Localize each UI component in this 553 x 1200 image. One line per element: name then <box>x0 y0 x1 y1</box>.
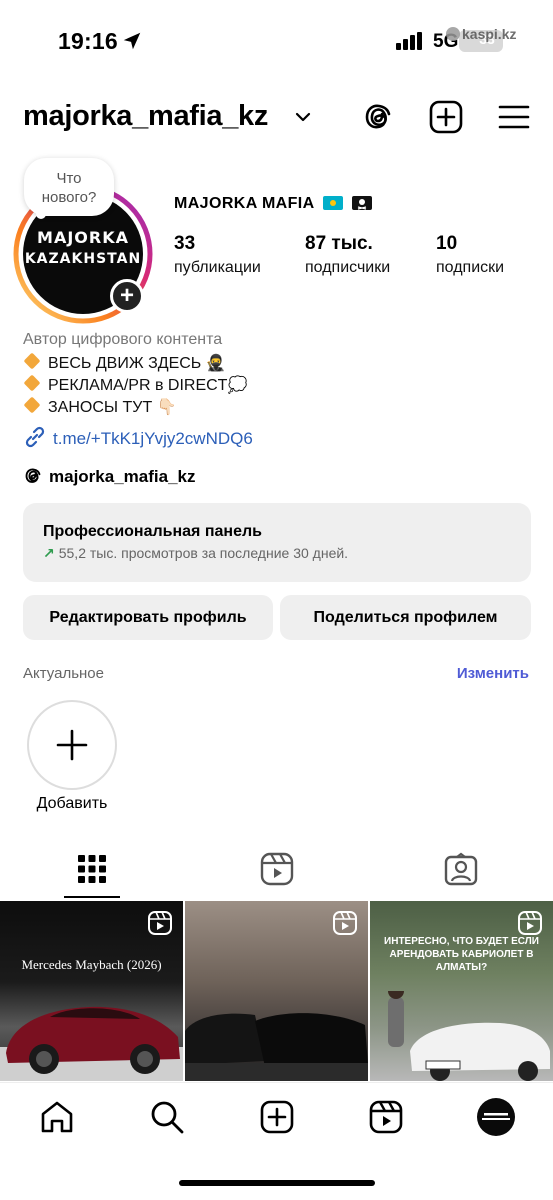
location-arrow-icon <box>123 32 141 50</box>
bio-line-2-text: РЕКЛАМА/PR в DIRECT💭 <box>48 377 248 394</box>
add-highlight-button[interactable] <box>27 700 117 790</box>
stat-following[interactable]: 10 подписки <box>436 233 504 277</box>
stat-following-label: подписки <box>436 259 505 276</box>
new-post-icon[interactable] <box>429 100 463 134</box>
trend-up-icon: ↗ <box>43 545 55 561</box>
orange-diamond-icon <box>23 352 41 370</box>
active-tab-indicator <box>64 896 120 898</box>
note-bubble-text: Что нового? <box>41 170 97 206</box>
profile-header: majorka_mafia_kz <box>0 98 553 142</box>
watermark: kaspi.kz <box>446 26 516 42</box>
username-switcher[interactable]: majorka_mafia_kz <box>23 100 268 133</box>
reels-icon[interactable] <box>368 1099 404 1135</box>
watermark-icon <box>446 27 460 41</box>
display-name-text: MAJORKA MAFIA <box>174 195 315 212</box>
bio-line-3-text: ЗАНОСЫ ТУТ 👇🏻 <box>48 399 177 416</box>
pro-panel-subtitle-text: 55,2 тыс. просмотров за последние 30 дне… <box>58 545 349 561</box>
bio-link[interactable]: t.me/+TkK1jYvjy2cwNDQ6 <box>23 425 253 449</box>
home-indicator <box>179 1180 375 1186</box>
link-icon <box>25 426 45 448</box>
create-icon[interactable] <box>259 1099 295 1135</box>
pro-panel-subtitle: ↗ 55,2 тыс. просмотров за последние 30 дн… <box>43 545 511 562</box>
profile-tabs <box>0 846 553 900</box>
grid-post-3[interactable]: ИНТЕРЕСНО, ЧТО БУДЕТ ЕСЛИ АРЕНДОВАТЬ КАБ… <box>370 901 553 1081</box>
cars-illustration <box>185 1013 368 1081</box>
orange-diamond-icon <box>23 374 41 392</box>
home-icon[interactable] <box>39 1099 75 1135</box>
grid-post-1-caption: Mercedes Maybach (2026) <box>21 957 162 972</box>
highlights-label: Актуальное <box>23 665 104 682</box>
reel-badge-icon <box>518 911 542 935</box>
cellular-signal-icon <box>396 32 422 50</box>
tagged-icon[interactable] <box>444 852 478 886</box>
threads-small-icon <box>25 468 41 483</box>
bio-line-1: ВЕСЬ ДВИЖ ЗДЕСЬ 🥷 <box>23 352 226 373</box>
share-profile-button[interactable]: Поделиться профилем <box>280 595 531 640</box>
threads-handle: majorka_mafia_kz <box>49 467 196 486</box>
grid-post-2[interactable] <box>185 901 368 1081</box>
grid-post-3-caption: ИНТЕРЕСНО, ЧТО БУДЕТ ЕСЛИ АРЕНДОВАТЬ КАБ… <box>384 936 539 973</box>
reel-badge-icon <box>148 911 172 935</box>
stat-posts-label: публикации <box>174 259 261 276</box>
stat-followers[interactable]: 87 тыс. подписчики <box>305 233 390 277</box>
convertible-illustration <box>388 991 550 1081</box>
pro-panel-title: Профессиональная панель <box>43 523 262 540</box>
search-icon[interactable] <box>149 1099 185 1135</box>
reels-icon[interactable] <box>260 852 294 886</box>
stat-following-value: 10 <box>436 233 458 254</box>
edit-profile-button[interactable]: Редактировать профиль <box>23 595 273 640</box>
add-story-button[interactable]: + <box>110 279 144 313</box>
note-bubble-tail <box>36 209 46 219</box>
plus-icon <box>56 729 88 761</box>
stat-posts[interactable]: 33 публикации <box>174 233 261 277</box>
status-time: 19:16 <box>58 28 118 54</box>
bio-line-2: РЕКЛАМА/PR в DIRECT💭 <box>23 374 248 395</box>
bio-line-3: ЗАНОСЫ ТУТ 👇🏻 <box>23 396 177 417</box>
car-illustration <box>0 1006 183 1081</box>
threads-icon[interactable] <box>361 100 395 134</box>
profile-avatar[interactable] <box>477 1098 515 1136</box>
profile-category: Автор цифрового контента <box>23 331 223 348</box>
reel-badge-icon <box>333 911 357 935</box>
bio-line-1-text: ВЕСЬ ДВИЖ ЗДЕСЬ 🥷 <box>48 355 226 372</box>
stat-followers-label: подписчики <box>305 259 391 276</box>
professional-dashboard[interactable]: Профессиональная панель ↗ 55,2 тыс. просм… <box>23 503 531 582</box>
grid-post-1[interactable]: Mercedes Maybach (2026) <box>0 901 183 1081</box>
grid-icon[interactable] <box>75 852 109 886</box>
chevron-down-icon[interactable] <box>294 110 312 124</box>
add-highlight-label: Добавить <box>36 795 108 812</box>
highlights-edit-link[interactable]: Изменить <box>457 665 529 682</box>
stat-followers-value: 87 тыс. <box>305 233 373 254</box>
note-bubble[interactable]: Что нового? <box>24 158 114 216</box>
status-bar: 19:16 5G 33 kaspi.kz <box>0 0 553 80</box>
threads-profile-link[interactable]: majorka_mafia_kz <box>23 466 195 487</box>
bio-link-text: t.me/+TkK1jYvjy2cwNDQ6 <box>53 429 253 448</box>
kazakhstan-flag-icon <box>322 196 343 210</box>
stat-posts-value: 33 <box>174 233 196 254</box>
pirate-flag-icon <box>351 196 372 210</box>
orange-diamond-icon <box>23 396 41 414</box>
avatar-text-line1: MAJORKA <box>37 228 129 247</box>
avatar-logo: MAJORKA KAZAKHSTAN <box>13 228 153 267</box>
posts-grid: Mercedes Maybach (2026) ИНТЕРЕСНО, ЧТО Б… <box>0 901 553 1081</box>
menu-icon[interactable] <box>497 100 531 134</box>
avatar-text-line2: KAZAKHSTAN <box>24 251 142 267</box>
display-name: MAJORKA MAFIA <box>174 195 372 213</box>
watermark-text: kaspi.kz <box>462 26 517 42</box>
